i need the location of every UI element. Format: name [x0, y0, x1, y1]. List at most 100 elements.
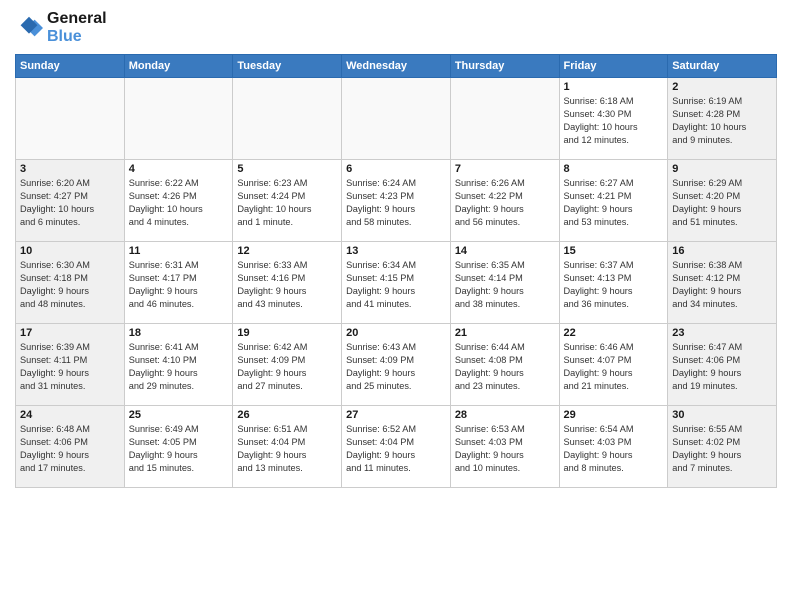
logo-icon: [15, 14, 43, 42]
day-number: 26: [237, 409, 337, 421]
day-info: Sunrise: 6:38 AM Sunset: 4:12 PM Dayligh…: [672, 259, 772, 311]
header-day-wednesday: Wednesday: [342, 55, 451, 78]
calendar-table: SundayMondayTuesdayWednesdayThursdayFrid…: [15, 54, 777, 488]
day-info: Sunrise: 6:23 AM Sunset: 4:24 PM Dayligh…: [237, 177, 337, 229]
calendar-cell: 21 Sunrise: 6:44 AM Sunset: 4:08 PM Dayli…: [450, 324, 559, 406]
day-number: 21: [455, 327, 555, 339]
calendar-header: SundayMondayTuesdayWednesdayThursdayFrid…: [16, 55, 777, 78]
day-number: 19: [237, 327, 337, 339]
header: General Blue: [15, 10, 777, 46]
calendar-cell: 13 Sunrise: 6:34 AM Sunset: 4:15 PM Dayli…: [342, 242, 451, 324]
day-info: Sunrise: 6:37 AM Sunset: 4:13 PM Dayligh…: [564, 259, 664, 311]
day-info: Sunrise: 6:55 AM Sunset: 4:02 PM Dayligh…: [672, 423, 772, 475]
day-info: Sunrise: 6:30 AM Sunset: 4:18 PM Dayligh…: [20, 259, 120, 311]
day-number: 4: [129, 163, 229, 175]
header-day-sunday: Sunday: [16, 55, 125, 78]
logo: General Blue: [15, 10, 107, 46]
calendar-cell: 6 Sunrise: 6:24 AM Sunset: 4:23 PM Daylig…: [342, 160, 451, 242]
calendar-cell: [124, 78, 233, 160]
day-info: Sunrise: 6:53 AM Sunset: 4:03 PM Dayligh…: [455, 423, 555, 475]
calendar-cell: 7 Sunrise: 6:26 AM Sunset: 4:22 PM Daylig…: [450, 160, 559, 242]
day-number: 1: [564, 81, 664, 93]
day-info: Sunrise: 6:47 AM Sunset: 4:06 PM Dayligh…: [672, 341, 772, 393]
day-number: 15: [564, 245, 664, 257]
day-number: 23: [672, 327, 772, 339]
day-info: Sunrise: 6:43 AM Sunset: 4:09 PM Dayligh…: [346, 341, 446, 393]
day-number: 6: [346, 163, 446, 175]
calendar-cell: [342, 78, 451, 160]
calendar-cell: 3Sunrise: 6:20 AM Sunset: 4:27 PM Daylig…: [16, 160, 125, 242]
header-row: SundayMondayTuesdayWednesdayThursdayFrid…: [16, 55, 777, 78]
day-info: Sunrise: 6:49 AM Sunset: 4:05 PM Dayligh…: [129, 423, 229, 475]
day-info: Sunrise: 6:46 AM Sunset: 4:07 PM Dayligh…: [564, 341, 664, 393]
day-number: 25: [129, 409, 229, 421]
day-number: 5: [237, 163, 337, 175]
day-info: Sunrise: 6:18 AM Sunset: 4:30 PM Dayligh…: [564, 95, 664, 147]
day-info: Sunrise: 6:29 AM Sunset: 4:20 PM Dayligh…: [672, 177, 772, 229]
calendar-cell: 25 Sunrise: 6:49 AM Sunset: 4:05 PM Dayli…: [124, 406, 233, 488]
day-number: 27: [346, 409, 446, 421]
day-number: 17: [20, 327, 120, 339]
calendar-cell: 27Sunrise: 6:52 AM Sunset: 4:04 PM Dayli…: [342, 406, 451, 488]
day-info: Sunrise: 6:27 AM Sunset: 4:21 PM Dayligh…: [564, 177, 664, 229]
day-info: Sunrise: 6:33 AM Sunset: 4:16 PM Dayligh…: [237, 259, 337, 311]
day-number: 13: [346, 245, 446, 257]
day-info: Sunrise: 6:24 AM Sunset: 4:23 PM Dayligh…: [346, 177, 446, 229]
calendar-cell: 26 Sunrise: 6:51 AM Sunset: 4:04 PM Dayli…: [233, 406, 342, 488]
calendar-cell: 17 Sunrise: 6:39 AM Sunset: 4:11 PM Dayli…: [16, 324, 125, 406]
calendar-cell: 29 Sunrise: 6:54 AM Sunset: 4:03 PM Dayli…: [559, 406, 668, 488]
day-number: 20: [346, 327, 446, 339]
day-info: Sunrise: 6:41 AM Sunset: 4:10 PM Dayligh…: [129, 341, 229, 393]
calendar-cell: 5 Sunrise: 6:23 AM Sunset: 4:24 PM Daylig…: [233, 160, 342, 242]
calendar-cell: 19 Sunrise: 6:42 AM Sunset: 4:09 PM Dayli…: [233, 324, 342, 406]
day-number: 2: [672, 81, 772, 93]
day-info: Sunrise: 6:44 AM Sunset: 4:08 PM Dayligh…: [455, 341, 555, 393]
day-number: 10: [20, 245, 120, 257]
calendar-cell: 24Sunrise: 6:48 AM Sunset: 4:06 PM Dayli…: [16, 406, 125, 488]
day-info: Sunrise: 6:34 AM Sunset: 4:15 PM Dayligh…: [346, 259, 446, 311]
calendar-body: 1 Sunrise: 6:18 AM Sunset: 4:30 PM Daylig…: [16, 78, 777, 488]
calendar-cell: 9 Sunrise: 6:29 AM Sunset: 4:20 PM Daylig…: [668, 160, 777, 242]
day-number: 9: [672, 163, 772, 175]
header-day-thursday: Thursday: [450, 55, 559, 78]
calendar-cell: 11 Sunrise: 6:31 AM Sunset: 4:17 PM Dayli…: [124, 242, 233, 324]
day-number: 18: [129, 327, 229, 339]
week-row-1: 1 Sunrise: 6:18 AM Sunset: 4:30 PM Daylig…: [16, 78, 777, 160]
day-info: Sunrise: 6:20 AM Sunset: 4:27 PM Dayligh…: [20, 177, 120, 229]
day-number: 30: [672, 409, 772, 421]
day-info: Sunrise: 6:39 AM Sunset: 4:11 PM Dayligh…: [20, 341, 120, 393]
day-info: Sunrise: 6:31 AM Sunset: 4:17 PM Dayligh…: [129, 259, 229, 311]
calendar-cell: 28 Sunrise: 6:53 AM Sunset: 4:03 PM Dayli…: [450, 406, 559, 488]
day-number: 11: [129, 245, 229, 257]
calendar-cell: [16, 78, 125, 160]
calendar-cell: 20 Sunrise: 6:43 AM Sunset: 4:09 PM Dayli…: [342, 324, 451, 406]
calendar-cell: 2Sunrise: 6:19 AM Sunset: 4:28 PM Daylig…: [668, 78, 777, 160]
header-day-monday: Monday: [124, 55, 233, 78]
header-day-tuesday: Tuesday: [233, 55, 342, 78]
page-container: General Blue SundayMondayTuesdayWednesda…: [0, 0, 792, 498]
calendar-cell: 23 Sunrise: 6:47 AM Sunset: 4:06 PM Dayli…: [668, 324, 777, 406]
header-day-saturday: Saturday: [668, 55, 777, 78]
calendar-cell: 4Sunrise: 6:22 AM Sunset: 4:26 PM Daylig…: [124, 160, 233, 242]
week-row-4: 17 Sunrise: 6:39 AM Sunset: 4:11 PM Dayli…: [16, 324, 777, 406]
day-number: 8: [564, 163, 664, 175]
day-number: 29: [564, 409, 664, 421]
calendar-cell: 12Sunrise: 6:33 AM Sunset: 4:16 PM Dayli…: [233, 242, 342, 324]
calendar-cell: 1 Sunrise: 6:18 AM Sunset: 4:30 PM Daylig…: [559, 78, 668, 160]
day-number: 7: [455, 163, 555, 175]
day-number: 28: [455, 409, 555, 421]
calendar-cell: [450, 78, 559, 160]
week-row-3: 10 Sunrise: 6:30 AM Sunset: 4:18 PM Dayli…: [16, 242, 777, 324]
calendar-cell: 14Sunrise: 6:35 AM Sunset: 4:14 PM Dayli…: [450, 242, 559, 324]
day-info: Sunrise: 6:26 AM Sunset: 4:22 PM Dayligh…: [455, 177, 555, 229]
logo-text: General Blue: [47, 10, 107, 46]
calendar-cell: [233, 78, 342, 160]
calendar-cell: 15 Sunrise: 6:37 AM Sunset: 4:13 PM Dayli…: [559, 242, 668, 324]
day-info: Sunrise: 6:51 AM Sunset: 4:04 PM Dayligh…: [237, 423, 337, 475]
day-info: Sunrise: 6:54 AM Sunset: 4:03 PM Dayligh…: [564, 423, 664, 475]
day-number: 22: [564, 327, 664, 339]
day-info: Sunrise: 6:35 AM Sunset: 4:14 PM Dayligh…: [455, 259, 555, 311]
day-number: 16: [672, 245, 772, 257]
calendar-cell: 18 Sunrise: 6:41 AM Sunset: 4:10 PM Dayli…: [124, 324, 233, 406]
day-info: Sunrise: 6:42 AM Sunset: 4:09 PM Dayligh…: [237, 341, 337, 393]
